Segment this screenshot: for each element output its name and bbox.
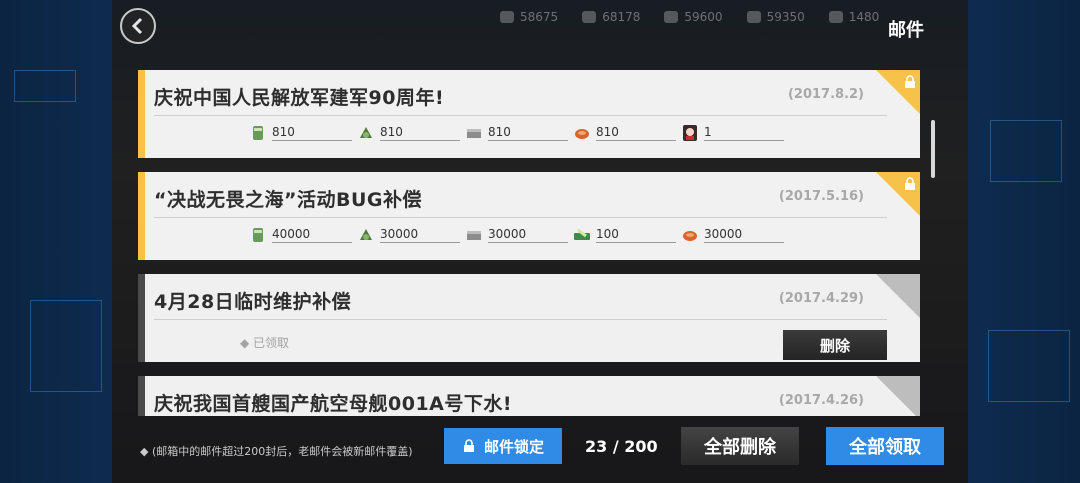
mail-subject: “决战无畏之海”活动BUG补偿 — [154, 189, 422, 211]
mail-list[interactable]: 庆祝中国人民解放军建军90周年! (2017.8.2) 810 810 810 … — [138, 70, 920, 416]
reward-list: 810 810 810 810 1 — [249, 124, 789, 142]
resource-gems: 1480 — [828, 10, 879, 24]
mail-item[interactable]: “决战无畏之海”活动BUG补偿 (2017.5.16) 40000 30000 … — [138, 172, 920, 260]
ammo-icon — [253, 228, 263, 242]
reward-item: 810 — [249, 124, 357, 142]
resource-parts: 59600 — [664, 10, 723, 24]
reward-item: 1 — [681, 124, 789, 142]
divider — [154, 115, 887, 116]
divider — [154, 217, 887, 218]
lock-icon — [463, 439, 474, 452]
mail-date: (2017.4.26) — [778, 393, 864, 408]
back-button[interactable] — [120, 8, 156, 44]
ration-icon — [582, 11, 597, 23]
mail-item[interactable]: 庆祝我国首艘国产航空母舰001A号下水! (2017.4.26) — [138, 376, 920, 416]
reward-item: 30000 — [357, 226, 465, 244]
resource-ammo: 58675 — [500, 10, 558, 24]
gem-icon — [828, 11, 843, 23]
mail-date: (2017.8.2) — [787, 87, 864, 102]
left-side-panel — [0, 0, 113, 483]
lock-icon — [905, 177, 915, 190]
parts-icon — [664, 11, 679, 23]
reward-item: 40000 — [249, 226, 357, 244]
resource-manpower: 59350 — [746, 10, 805, 24]
claim-all-button[interactable]: 全部领取 — [826, 427, 944, 465]
mail-date: (2017.5.16) — [778, 189, 864, 204]
contract-icon — [683, 231, 697, 241]
claimed-status: ◆ 已领取 — [240, 336, 290, 350]
diamond-icon: ◆ — [140, 445, 152, 458]
mail-subject: 庆祝我国首艘国产航空母舰001A号下水! — [154, 393, 513, 415]
ammo-icon — [253, 126, 263, 140]
doll-avatar-icon — [683, 125, 697, 141]
mail-date: (2017.4.29) — [778, 291, 864, 306]
contract-icon — [575, 129, 589, 139]
back-arrow-icon — [131, 17, 143, 35]
parts-icon — [467, 231, 481, 240]
reward-item: 30000 — [465, 226, 573, 244]
reward-item: 30000 — [681, 226, 789, 244]
parts-icon — [467, 129, 481, 138]
reward-item: 100 — [573, 226, 681, 244]
ammo-icon — [500, 11, 514, 23]
reward-item: 810 — [465, 124, 573, 142]
delete-all-button[interactable]: 全部删除 — [681, 427, 799, 465]
lock-icon — [905, 75, 915, 88]
divider — [154, 319, 887, 320]
mail-lock-button[interactable]: 邮件锁定 — [444, 428, 562, 464]
reward-item: 810 — [357, 124, 465, 142]
mailbox-limit-note: ◆ (邮箱中的邮件超过200封后，老邮件会被新邮件覆盖) — [140, 445, 413, 458]
quick-repair-icon — [574, 228, 590, 240]
reward-item: 810 — [573, 124, 681, 142]
ration-icon — [360, 229, 372, 240]
corner-tab — [876, 376, 920, 416]
delete-button[interactable]: 删除 — [783, 330, 887, 360]
diamond-icon: ◆ — [240, 336, 254, 350]
scrollbar[interactable] — [931, 120, 935, 178]
reward-list: 40000 30000 30000 100 30000 — [249, 226, 789, 244]
mail-subject: 庆祝中国人民解放军建军90周年! — [154, 87, 445, 109]
manpower-icon — [746, 11, 761, 23]
mail-count: 23 / 200 — [585, 437, 658, 456]
ration-icon — [360, 127, 372, 138]
right-side-panel — [967, 0, 1080, 483]
resource-ration: 68178 — [582, 10, 640, 24]
mail-item[interactable]: 4月28日临时维护补偿 (2017.4.29) ◆ 已领取 删除 — [138, 274, 920, 362]
page-title: 邮件 — [888, 20, 924, 41]
resource-strip: 58675 68178 59600 59350 1480 — [500, 8, 899, 26]
mail-subject: 4月28日临时维护补偿 — [154, 291, 352, 313]
corner-tab — [876, 274, 920, 318]
mail-item[interactable]: 庆祝中国人民解放军建军90周年! (2017.8.2) 810 810 810 … — [138, 70, 920, 158]
